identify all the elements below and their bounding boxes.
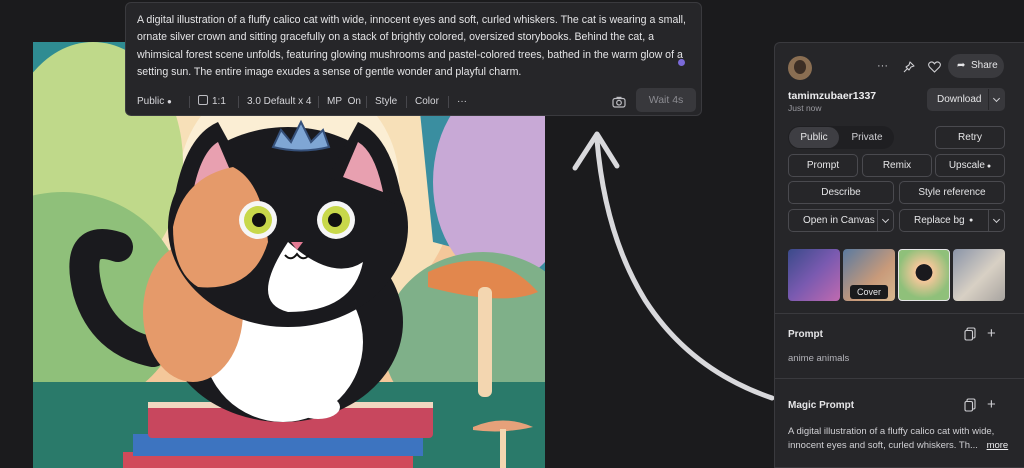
model-select[interactable]: 3.0 Default x 4: [247, 91, 311, 113]
prompt-popup: A digital illustration of a fluffy calic…: [125, 2, 702, 116]
open-in-canvas-options-button[interactable]: [877, 210, 893, 231]
camera-icon[interactable]: [612, 95, 626, 109]
lock-icon: ●: [167, 97, 172, 106]
heart-icon[interactable]: [928, 60, 941, 78]
upscale-button[interactable]: Upscale ●: [935, 154, 1005, 177]
upscale-label: Upscale: [948, 160, 985, 171]
section-divider: [775, 378, 1024, 379]
cover-tooltip: Cover: [850, 285, 888, 299]
copy-icon[interactable]: [964, 327, 976, 341]
username[interactable]: tamimzubaer1337: [788, 90, 876, 102]
section-divider: [775, 313, 1024, 314]
toolbar-divider: [238, 96, 239, 108]
lock-icon: ●: [984, 163, 992, 170]
toolbar-divider: [406, 96, 407, 108]
magic-prompt-text: A digital illustration of a fluffy calic…: [788, 425, 1016, 453]
describe-button[interactable]: Describe: [788, 181, 894, 204]
thumbnail-4[interactable]: [953, 249, 1005, 301]
visibility-label: Public: [137, 96, 165, 107]
more-icon[interactable]: ···: [877, 60, 888, 72]
replace-bg-label: Replace bg: [914, 215, 965, 226]
share-label: Share: [971, 60, 998, 71]
copy-icon[interactable]: [964, 398, 976, 412]
retry-button[interactable]: Retry: [935, 126, 1005, 149]
more-link[interactable]: more: [987, 440, 1009, 451]
color-select[interactable]: Color: [415, 91, 439, 113]
magic-prompt-line-2: innocent eyes and soft, curled whiskers.…: [788, 439, 1016, 453]
download-options-button[interactable]: [988, 89, 1004, 110]
share-button[interactable]: ➦ Share: [948, 54, 1004, 78]
add-icon[interactable]: +: [987, 396, 996, 413]
share-icon: ➦: [957, 60, 966, 71]
download-label: Download: [937, 94, 982, 105]
chevron-down-icon: [881, 215, 890, 224]
chevron-down-icon: [992, 94, 1001, 103]
prompt-section-title: Prompt: [788, 329, 823, 340]
style-select[interactable]: Style: [375, 91, 397, 113]
more-options-button[interactable]: ···: [457, 91, 467, 113]
toolbar-divider: [318, 96, 319, 108]
download-button[interactable]: Download: [927, 88, 1005, 111]
arrow-annotation: [572, 131, 775, 401]
avatar[interactable]: [788, 56, 812, 80]
visibility-select[interactable]: Public ●: [137, 91, 172, 113]
remix-button[interactable]: Remix: [862, 154, 932, 177]
replace-bg-button[interactable]: Replace bg ●: [899, 209, 1005, 232]
prompt-toolbar: Public ● 1:1 3.0 Default x 4 MP On Style…: [126, 88, 701, 113]
aspect-ratio-label: 1:1: [212, 96, 226, 107]
thumbnail-2[interactable]: Cover: [843, 249, 895, 301]
toolbar-divider: [189, 96, 190, 108]
chevron-down-icon: [992, 215, 1001, 224]
aspect-square-icon: [198, 95, 208, 105]
toolbar-divider: [448, 96, 449, 108]
replace-bg-options-button[interactable]: [988, 210, 1004, 231]
status-dot: [678, 59, 685, 66]
magic-prompt-line-2-text: innocent eyes and soft, curled whiskers.…: [788, 440, 978, 451]
style-reference-button[interactable]: Style reference: [899, 181, 1005, 204]
aspect-ratio-select[interactable]: 1:1: [198, 91, 226, 113]
public-option[interactable]: Public: [789, 127, 839, 148]
prompt-section-text: anime animals: [788, 353, 850, 364]
private-option[interactable]: Private: [842, 127, 892, 148]
thumbnail-1[interactable]: [788, 249, 840, 301]
image-detail-panel: ··· ➦ Share tamimzubaer1337 Just now Dow…: [774, 42, 1024, 468]
magic-prompt-line-1: A digital illustration of a fluffy calic…: [788, 426, 995, 437]
prompt-text: A digital illustration of a fluffy calic…: [137, 14, 686, 79]
magic-prompt-toggle[interactable]: MP On: [327, 91, 361, 113]
open-in-canvas-label: Open in Canvas: [803, 215, 875, 226]
toolbar-divider: [366, 96, 367, 108]
thumbnail-3[interactable]: [898, 249, 950, 301]
mp-value: On: [347, 96, 361, 107]
lock-icon: ●: [969, 217, 974, 224]
pin-icon[interactable]: [903, 60, 915, 78]
mp-label: MP: [327, 96, 342, 107]
visibility-toggle: Public Private: [788, 126, 894, 149]
wait-button[interactable]: Wait 4s: [636, 88, 696, 112]
open-in-canvas-button[interactable]: Open in Canvas: [788, 209, 894, 232]
add-icon[interactable]: +: [987, 325, 996, 342]
magic-prompt-section-title: Magic Prompt: [788, 400, 855, 411]
timestamp: Just now: [788, 103, 822, 113]
prompt-button[interactable]: Prompt: [788, 154, 858, 177]
